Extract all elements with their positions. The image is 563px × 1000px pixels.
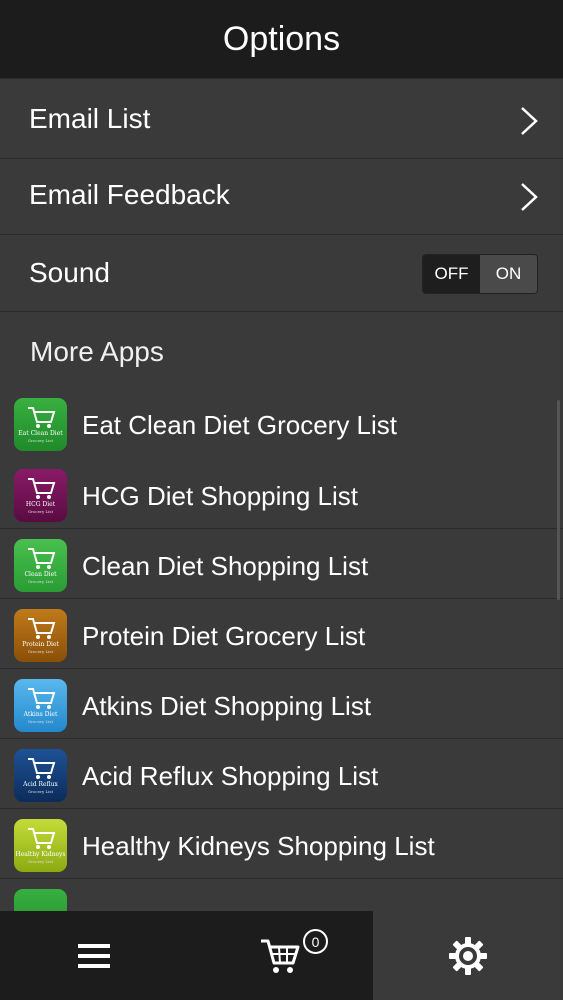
app-name: HCG Diet Shopping List (82, 481, 359, 511)
email-feedback-label: Email Feedback (29, 179, 230, 210)
gear-icon (449, 936, 487, 975)
more-apps-label: More Apps (30, 336, 164, 367)
app-icon: Acid Reflux Grocery List (14, 749, 67, 802)
app-item[interactable]: Protein Diet Grocery List Protein Diet G… (0, 599, 563, 669)
app-icon: Healthy Kidneys Grocery List (14, 819, 67, 872)
app-icon: Eat Clean Diet Grocery List (14, 398, 67, 451)
navigation-bar: Options (0, 0, 563, 78)
app-name: Acid Reflux Shopping List (82, 761, 379, 791)
app-name: Eat Clean Diet Grocery List (82, 410, 398, 440)
app-icon-subcaption: Grocery List (27, 719, 54, 724)
app-icon: Clean Diet Grocery List (14, 539, 67, 592)
email-list-label: Email List (29, 103, 151, 134)
app-icon: Protein Diet Grocery List (14, 609, 67, 662)
sound-row: Sound OFF ON (0, 234, 563, 311)
sound-on-option[interactable]: ON (480, 255, 537, 293)
tab-menu[interactable] (0, 911, 187, 1000)
shopping-cart-icon (28, 548, 56, 569)
app-name: Clean Diet Shopping List (82, 551, 369, 581)
shopping-cart-icon (28, 758, 56, 779)
app-icon-caption: Clean Diet (24, 571, 57, 578)
app-icon (14, 889, 67, 911)
app-item[interactable]: Eat Clean Diet Grocery List Eat Clean Di… (0, 395, 563, 465)
app-icon-subcaption: Grocery List (27, 509, 54, 514)
chevron-right-icon (521, 183, 538, 211)
app-icon-caption: Healthy Kidneys (15, 851, 66, 858)
app-icon-subcaption: Grocery List (27, 789, 54, 794)
app-item[interactable]: HCG Diet Grocery List HCG Diet Shopping … (0, 459, 563, 529)
scrollbar[interactable] (557, 400, 560, 600)
hamburger-menu-icon (77, 943, 110, 968)
more-apps-list[interactable]: Eat Clean Diet Grocery List Eat Clean Di… (0, 395, 563, 911)
sound-off-option[interactable]: OFF (423, 255, 480, 293)
shopping-cart-icon (28, 478, 56, 499)
app-icon: HCG Diet Grocery List (14, 469, 67, 522)
page-title: Options (222, 19, 341, 58)
app-name: Protein Diet Grocery List (82, 621, 366, 651)
app-icon-caption: Atkins Diet (23, 711, 58, 718)
tab-cart[interactable] (187, 911, 373, 1000)
shopping-cart-icon (28, 688, 56, 709)
app-icon: Atkins Diet Grocery List (14, 679, 67, 732)
more-apps-header: More Apps (0, 311, 563, 395)
app-item[interactable]: Healthy Kidneys Grocery List Healthy Kid… (0, 809, 563, 879)
app-icon-subcaption: Grocery List (27, 649, 54, 654)
shopping-cart-icon (28, 407, 56, 428)
email-list-row[interactable]: Email List (0, 78, 563, 158)
sound-label: Sound (29, 257, 110, 288)
app-icon-caption: Eat Clean Diet (18, 430, 63, 437)
app-icon-subcaption: Grocery List (27, 579, 54, 584)
cart-count-badge: 0 (303, 929, 328, 954)
app-icon-caption: Acid Reflux (23, 781, 58, 788)
app-item[interactable]: Clean Diet Grocery List Clean Diet Shopp… (0, 529, 563, 599)
app-item[interactable]: Atkins Diet Grocery List Atkins Diet Sho… (0, 669, 563, 739)
tab-bar: 0 (0, 911, 563, 1000)
app-icon-caption: HCG Diet (25, 501, 56, 508)
app-name: Atkins Diet Shopping List (82, 691, 372, 721)
email-feedback-row[interactable]: Email Feedback (0, 158, 563, 234)
app-icon-subcaption: Grocery List (27, 438, 54, 443)
app-item[interactable]: Acid Reflux Grocery List Acid Reflux Sho… (0, 739, 563, 809)
chevron-right-icon (521, 107, 538, 135)
shopping-cart-icon (28, 828, 56, 849)
shopping-cart-icon (261, 939, 300, 973)
app-icon-subcaption: Grocery List (27, 859, 54, 864)
tab-settings[interactable] (373, 911, 563, 1000)
app-icon-caption: Protein Diet (22, 641, 59, 648)
sound-toggle[interactable]: OFF ON (422, 254, 538, 294)
shopping-cart-icon (28, 618, 56, 639)
app-name: Healthy Kidneys Shopping List (82, 831, 435, 861)
app-item[interactable] (0, 879, 563, 911)
